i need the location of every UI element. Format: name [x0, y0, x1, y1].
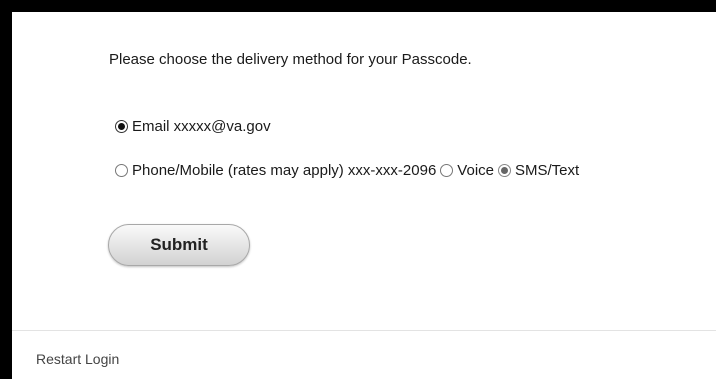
- submit-button[interactable]: Submit: [108, 224, 250, 266]
- voice-option-label[interactable]: Voice: [457, 162, 494, 179]
- phone-option-label[interactable]: Phone/Mobile (rates may apply) xxx-xxx-2…: [132, 162, 436, 179]
- email-radio[interactable]: [115, 120, 128, 133]
- email-option-label[interactable]: Email xxxxx@va.gov: [132, 118, 271, 135]
- phone-radio[interactable]: [115, 164, 128, 177]
- email-option-row: Email xxxxx@va.gov: [115, 118, 271, 135]
- delivery-method-prompt: Please choose the delivery method for yo…: [109, 51, 472, 68]
- login-panel: Please choose the delivery method for yo…: [12, 12, 716, 379]
- sms-text-option-label[interactable]: SMS/Text: [515, 162, 579, 179]
- sms-text-radio[interactable]: [498, 164, 511, 177]
- voice-radio[interactable]: [440, 164, 454, 177]
- footer-divider: [12, 330, 716, 331]
- phone-option-row: Phone/Mobile (rates may apply) xxx-xxx-2…: [115, 162, 579, 179]
- restart-login-link[interactable]: Restart Login: [36, 351, 119, 367]
